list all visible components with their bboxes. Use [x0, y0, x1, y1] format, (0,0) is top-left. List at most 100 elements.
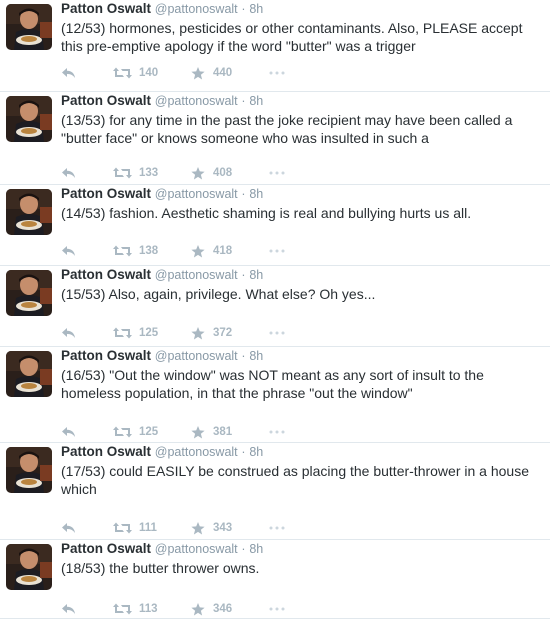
reply-button[interactable]: [61, 426, 113, 438]
more-button[interactable]: [269, 331, 299, 335]
tweet[interactable]: Patton Oswalt @pattonoswalt · 8h (18/53)…: [0, 540, 550, 619]
tweet-header: Patton Oswalt @pattonoswalt · 8h: [61, 0, 263, 18]
reply-arrow-icon: [62, 604, 75, 614]
tweet-actions: 113 346: [61, 600, 299, 618]
tweet[interactable]: Patton Oswalt @pattonoswalt · 8h (14/53)…: [0, 185, 550, 266]
meta-separator: ·: [241, 187, 246, 201]
favorite-button[interactable]: 372: [191, 326, 269, 340]
favorite-count: 408: [213, 167, 233, 179]
favorite-count: 418: [213, 245, 233, 257]
retweet-button[interactable]: 111: [113, 522, 191, 534]
favorite-button[interactable]: 381: [191, 425, 269, 439]
more-button[interactable]: [269, 171, 299, 175]
more-button[interactable]: [269, 71, 299, 75]
retweet-button[interactable]: 125: [113, 327, 191, 339]
more-button[interactable]: [269, 430, 299, 434]
author-name[interactable]: Patton Oswalt: [61, 348, 151, 363]
timestamp[interactable]: 8h: [249, 187, 263, 201]
author-name[interactable]: Patton Oswalt: [61, 267, 151, 282]
retweet-icon: [113, 167, 132, 179]
avatar[interactable]: [6, 544, 52, 590]
more-button[interactable]: [269, 607, 299, 611]
star-icon: [191, 602, 205, 615]
reply-arrow-icon: [62, 168, 75, 178]
avatar[interactable]: [6, 189, 52, 235]
tweet-text: (13/53) for any time in the past the jok…: [61, 112, 513, 146]
reply-button[interactable]: [61, 522, 113, 534]
author-handle[interactable]: @pattonoswalt: [155, 268, 238, 282]
favorite-button[interactable]: 418: [191, 244, 269, 258]
more-button[interactable]: [269, 526, 299, 530]
timestamp[interactable]: 8h: [249, 542, 263, 556]
author-name[interactable]: Patton Oswalt: [61, 186, 151, 201]
meta-separator: ·: [241, 2, 246, 16]
star-icon: [191, 521, 205, 534]
avatar[interactable]: [6, 96, 52, 142]
avatar[interactable]: [6, 351, 52, 397]
reply-button[interactable]: [61, 67, 113, 79]
star-icon: [191, 66, 205, 79]
retweet-count: 138: [139, 245, 159, 257]
retweet-button[interactable]: 133: [113, 167, 191, 179]
retweet-icon: [113, 67, 132, 79]
avatar[interactable]: [6, 4, 52, 50]
tweet[interactable]: Patton Oswalt @pattonoswalt · 8h (15/53)…: [0, 266, 550, 347]
author-handle[interactable]: @pattonoswalt: [155, 94, 238, 108]
retweet-button[interactable]: 138: [113, 245, 191, 257]
avatar[interactable]: [6, 447, 52, 493]
favorite-button[interactable]: 440: [191, 66, 269, 80]
tweet-text: (17/53) could EASILY be construed as pla…: [61, 463, 529, 497]
more-dots-icon: [269, 430, 285, 434]
author-handle[interactable]: @pattonoswalt: [155, 445, 238, 459]
more-button[interactable]: [269, 249, 299, 253]
tweet-text: (15/53) Also, again, privilege. What els…: [61, 286, 376, 302]
tweet-text: (18/53) the butter thrower owns.: [61, 560, 260, 576]
reply-button[interactable]: [61, 327, 113, 339]
meta-separator: ·: [241, 445, 246, 459]
retweet-count: 140: [139, 67, 159, 79]
avatar[interactable]: [6, 270, 52, 316]
author-name[interactable]: Patton Oswalt: [61, 541, 151, 556]
tweet-header: Patton Oswalt @pattonoswalt · 8h: [61, 443, 263, 461]
meta-separator: ·: [241, 542, 246, 556]
tweet-actions: 125 372: [61, 324, 299, 342]
reply-button[interactable]: [61, 245, 113, 257]
author-name[interactable]: Patton Oswalt: [61, 1, 151, 16]
author-name[interactable]: Patton Oswalt: [61, 93, 151, 108]
author-name[interactable]: Patton Oswalt: [61, 444, 151, 459]
tweet[interactable]: Patton Oswalt @pattonoswalt · 8h (13/53)…: [0, 92, 550, 185]
timestamp[interactable]: 8h: [249, 94, 263, 108]
favorite-count: 372: [213, 327, 233, 339]
more-dots-icon: [269, 331, 285, 335]
author-handle[interactable]: @pattonoswalt: [155, 2, 238, 16]
timestamp[interactable]: 8h: [249, 445, 263, 459]
retweet-button[interactable]: 113: [113, 603, 191, 615]
favorite-count: 381: [213, 426, 233, 438]
retweet-button[interactable]: 140: [113, 67, 191, 79]
tweet-timeline: Patton Oswalt @pattonoswalt · 8h (12/53)…: [0, 0, 550, 619]
tweet-text: (16/53) "Out the window" was NOT meant a…: [61, 367, 484, 401]
tweet-actions: 111 343: [61, 519, 299, 537]
author-handle[interactable]: @pattonoswalt: [155, 187, 238, 201]
author-handle[interactable]: @pattonoswalt: [155, 542, 238, 556]
tweet-actions: 138 418: [61, 242, 299, 260]
timestamp[interactable]: 8h: [249, 349, 263, 363]
author-handle[interactable]: @pattonoswalt: [155, 349, 238, 363]
tweet[interactable]: Patton Oswalt @pattonoswalt · 8h (12/53)…: [0, 0, 550, 92]
reply-button[interactable]: [61, 167, 113, 179]
retweet-count: 113: [139, 603, 158, 615]
reply-arrow-icon: [62, 328, 75, 338]
more-dots-icon: [269, 71, 285, 75]
tweet[interactable]: Patton Oswalt @pattonoswalt · 8h (16/53)…: [0, 347, 550, 443]
timestamp[interactable]: 8h: [249, 268, 263, 282]
timestamp[interactable]: 8h: [249, 2, 263, 16]
tweet[interactable]: Patton Oswalt @pattonoswalt · 8h (17/53)…: [0, 443, 550, 540]
reply-button[interactable]: [61, 603, 113, 615]
tweet-header: Patton Oswalt @pattonoswalt · 8h: [61, 92, 263, 110]
retweet-button[interactable]: 125: [113, 426, 191, 438]
tweet-header: Patton Oswalt @pattonoswalt · 8h: [61, 266, 263, 284]
retweet-icon: [113, 426, 132, 438]
favorite-button[interactable]: 343: [191, 521, 269, 535]
favorite-button[interactable]: 346: [191, 602, 269, 616]
favorite-button[interactable]: 408: [191, 166, 269, 180]
